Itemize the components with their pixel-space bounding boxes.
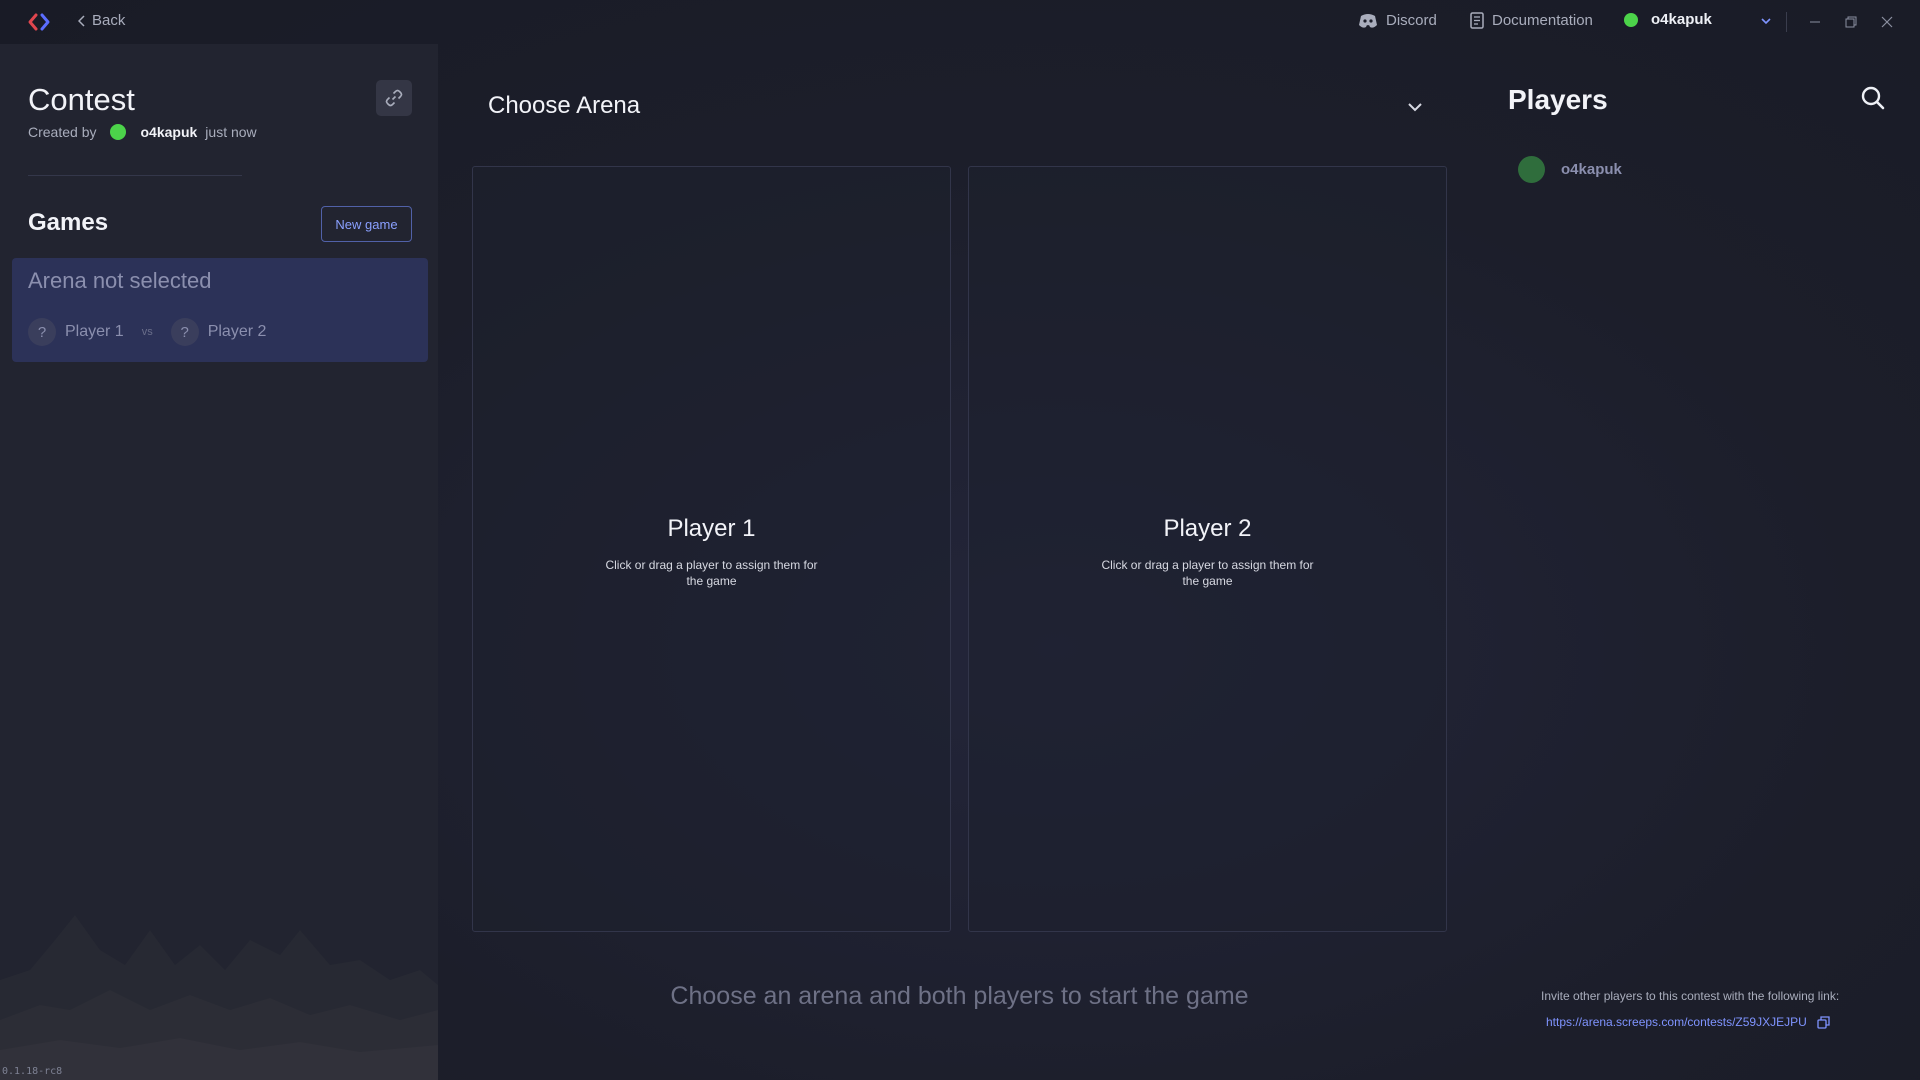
divider: [28, 175, 242, 176]
game-list-item[interactable]: Arena not selected ? Player 1 vs ? Playe…: [12, 258, 428, 362]
slot-title: Player 2: [1163, 515, 1252, 542]
contest-title: Contest: [28, 82, 135, 117]
documentation-label: Documentation: [1492, 12, 1593, 29]
discord-link[interactable]: Discord: [1358, 12, 1437, 29]
app-logo-icon[interactable]: [27, 12, 51, 32]
app-version: 0.1.18-rc8: [2, 1066, 63, 1077]
player2-slot[interactable]: Player 2 Click or drag a player to assig…: [968, 166, 1447, 932]
copy-link-button[interactable]: [376, 80, 412, 116]
slot-title: Player 1: [667, 515, 756, 542]
contest-sidebar: Contest Created by o4kapuk just now Game…: [0, 44, 438, 1080]
restore-icon: [1845, 16, 1857, 28]
search-players-button[interactable]: [1859, 84, 1887, 112]
player-name: o4kapuk: [1561, 161, 1622, 178]
game-players-row: ? Player 1 vs ? Player 2: [28, 318, 266, 346]
link-icon: [385, 89, 403, 107]
created-time: just now: [205, 124, 257, 140]
close-button[interactable]: [1873, 8, 1901, 36]
discord-icon: [1359, 13, 1377, 28]
player-avatar: [1518, 156, 1545, 183]
minimize-icon: [1810, 21, 1820, 23]
chevron-left-icon: [78, 14, 85, 27]
minimize-button[interactable]: [1801, 8, 1829, 36]
author-name[interactable]: o4kapuk: [140, 124, 197, 140]
document-icon: [1470, 12, 1484, 29]
game-player1-label: Player 1: [65, 323, 124, 340]
new-game-button[interactable]: New game: [321, 206, 412, 242]
restore-button[interactable]: [1837, 8, 1865, 36]
players-heading: Players: [1508, 84, 1608, 115]
created-by-label: Created by: [28, 124, 97, 140]
arena-select-dropdown[interactable]: Choose Arena: [472, 84, 1440, 128]
close-icon: [1881, 16, 1893, 28]
username: o4kapuk: [1651, 11, 1712, 28]
chevron-down-icon: [1408, 103, 1422, 112]
back-label: Back: [92, 12, 126, 29]
game-player2-label: Player 2: [207, 323, 267, 340]
search-icon: [1861, 86, 1885, 110]
invite-url[interactable]: https://arena.screeps.com/contests/Z59JX…: [1546, 1015, 1807, 1029]
arena-select-label: Choose Arena: [488, 92, 641, 119]
slot-hint: Click or drag a player to assign them fo…: [605, 558, 818, 588]
invite-link[interactable]: https://arena.screeps.com/contests/Z59JX…: [1546, 1015, 1830, 1029]
documentation-link[interactable]: Documentation: [1470, 12, 1593, 29]
mountains-decoration: [0, 915, 438, 1080]
game-arena-label: Arena not selected: [28, 268, 212, 293]
created-by-row: Created by o4kapuk just now: [28, 124, 257, 140]
player-list-item[interactable]: o4kapuk: [1518, 156, 1622, 183]
back-button[interactable]: Back: [78, 12, 125, 29]
invite-text: Invite other players to this contest wit…: [1541, 989, 1840, 1003]
unknown-player-icon: ?: [28, 318, 56, 346]
author-avatar: [110, 124, 127, 140]
player1-slot[interactable]: Player 1 Click or drag a player to assig…: [472, 166, 951, 932]
unknown-player-icon: ?: [170, 318, 199, 346]
user-menu[interactable]: o4kapuk: [1624, 11, 1712, 28]
online-status-dot: [1624, 12, 1638, 27]
start-game-message: Choose an arena and both players to star…: [670, 982, 1249, 1010]
copy-icon[interactable]: [1817, 1015, 1830, 1029]
title-bar: Back Discord Documentation o4kapuk: [0, 0, 1920, 44]
slot-hint: Click or drag a player to assign them fo…: [1101, 558, 1314, 588]
games-heading: Games: [28, 209, 109, 236]
chevron-down-icon[interactable]: [1759, 14, 1773, 28]
discord-label: Discord: [1386, 12, 1437, 29]
versus-label: vs: [141, 326, 153, 338]
titlebar-separator: [1786, 12, 1787, 32]
